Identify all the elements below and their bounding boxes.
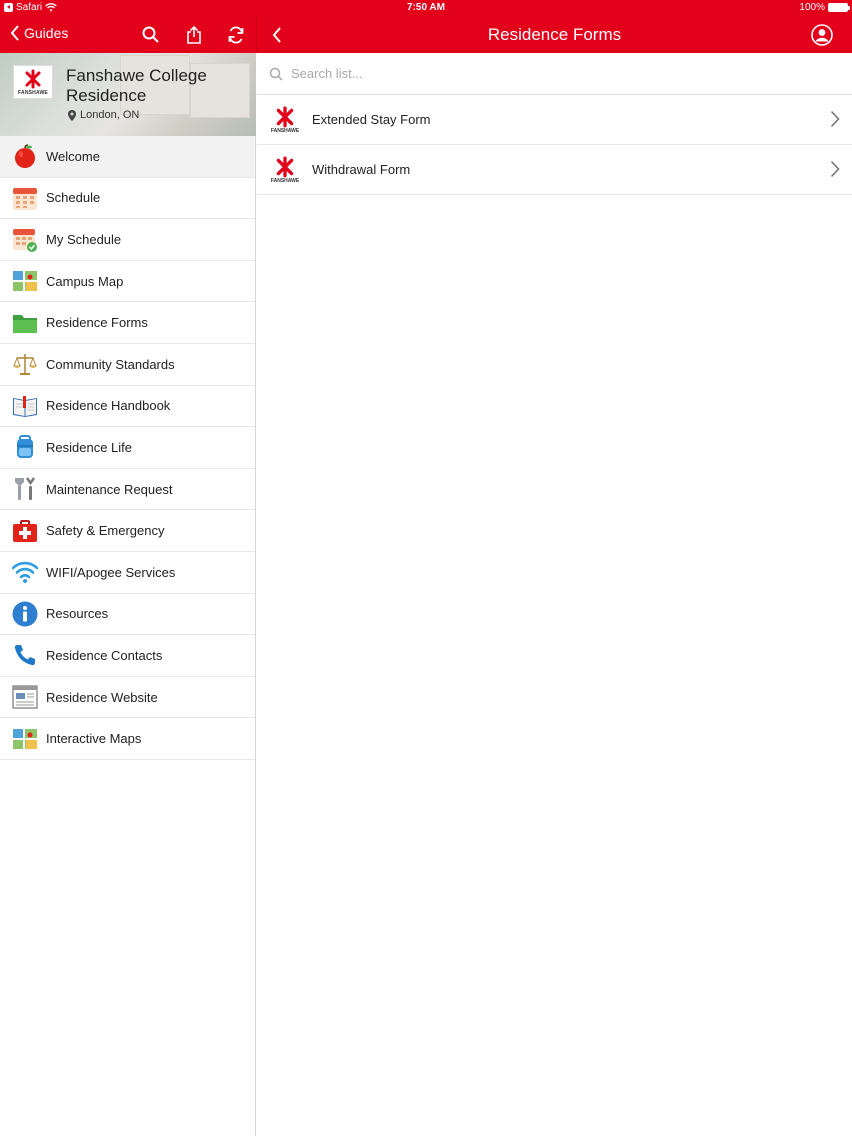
list-item-label: Withdrawal Form	[312, 162, 411, 177]
sidebar: FANSHAWE Fanshawe College Residence Lond…	[0, 53, 256, 1136]
map-icon	[12, 268, 38, 294]
battery-icon	[828, 3, 850, 12]
sidebar-item-label: Schedule	[46, 190, 101, 206]
sidebar-item-resources[interactable]: Resources	[0, 594, 255, 636]
map-icon	[12, 726, 38, 752]
first-aid-icon	[12, 518, 38, 544]
sidebar-item-residence-website[interactable]: Residence Website	[0, 677, 255, 719]
browser-icon	[12, 684, 38, 710]
sidebar-item-schedule[interactable]: Schedule	[0, 178, 255, 220]
sidebar-item-label: Residence Life	[46, 439, 132, 455]
sidebar-item-label: My Schedule	[46, 231, 122, 247]
sidebar-item-my-schedule[interactable]: My Schedule	[0, 219, 255, 261]
main-content: FANSHAWE Extended Stay Form FANSHAWE Wit…	[257, 53, 852, 1136]
sidebar-item-residence-handbook[interactable]: Residence Handbook	[0, 386, 255, 428]
sidebar-item-label: Residence Handbook	[46, 398, 171, 414]
search-bar	[257, 53, 852, 95]
status-bar: Safari 7:50 AM 100%	[0, 0, 852, 16]
user-profile-icon[interactable]	[811, 24, 833, 46]
sidebar-item-label: Residence Website	[46, 689, 158, 705]
chevron-right-icon	[830, 110, 840, 128]
sidebar-item-label: Community Standards	[46, 356, 175, 372]
phone-icon	[12, 642, 38, 668]
backpack-icon	[12, 434, 38, 460]
logo-text: FANSHAWE	[270, 177, 300, 184]
sidebar-item-label: Resources	[46, 606, 109, 622]
sidebar-item-safety-emergency[interactable]: Safety & Emergency	[0, 510, 255, 552]
sidebar-item-residence-forms[interactable]: Residence Forms	[0, 302, 255, 344]
search-input[interactable]	[291, 66, 691, 81]
sidebar-item-label: Campus Map	[46, 273, 124, 289]
logo-text: FANSHAWE	[270, 127, 300, 134]
sidebar-item-community-standards[interactable]: Community Standards	[0, 344, 255, 386]
guide-header: FANSHAWE Fanshawe College Residence Lond…	[0, 53, 256, 136]
sidebar-item-label: Residence Forms	[46, 315, 148, 331]
fanshawe-logo: FANSHAWE	[268, 153, 302, 187]
sidebar-item-label: Maintenance Request	[46, 481, 173, 497]
scales-icon	[12, 351, 38, 377]
sidebar-item-interactive-maps[interactable]: Interactive Maps	[0, 718, 255, 760]
guides-back-button[interactable]: Guides	[10, 25, 68, 41]
sidebar-item-label: Welcome	[46, 148, 100, 164]
fanshawe-logo: FANSHAWE	[268, 103, 302, 137]
book-icon	[12, 393, 38, 419]
guide-location-label: London, ON	[80, 109, 140, 121]
fanshawe-logo-icon	[25, 69, 41, 88]
guide-title: Fanshawe College Residence	[66, 66, 207, 105]
sidebar-menu: Welcome Schedule My Schedule Campus Map …	[0, 136, 255, 760]
wifi-icon	[12, 559, 38, 585]
tools-icon	[12, 476, 38, 502]
sidebar-item-label: Safety & Emergency	[46, 523, 165, 539]
status-right: 100%	[799, 2, 850, 13]
sidebar-item-campus-map[interactable]: Campus Map	[0, 261, 255, 303]
sidebar-item-label: WIFI/Apogee Services	[46, 564, 176, 580]
info-icon	[12, 601, 38, 627]
sidebar-item-residence-contacts[interactable]: Residence Contacts	[0, 635, 255, 677]
guides-back-label: Guides	[24, 25, 69, 41]
apple-icon	[12, 143, 38, 169]
guide-location: London, ON	[68, 109, 139, 121]
nav-bar: Guides Residence Forms	[0, 16, 852, 53]
list-item-withdrawal-form[interactable]: FANSHAWE Withdrawal Form	[257, 145, 852, 195]
location-pin-icon	[68, 109, 76, 121]
chevron-left-icon	[10, 25, 19, 41]
refresh-icon[interactable]	[226, 25, 246, 45]
calendar-icon	[12, 185, 38, 211]
sidebar-item-welcome[interactable]: Welcome	[0, 136, 255, 178]
sidebar-item-label: Interactive Maps	[46, 731, 142, 747]
calendar-check-icon	[12, 226, 38, 253]
fanshawe-logo-icon	[276, 156, 294, 177]
sidebar-item-maintenance-request[interactable]: Maintenance Request	[0, 469, 255, 511]
sidebar-item-label: Residence Contacts	[46, 647, 163, 663]
sidebar-item-wifi-apogee[interactable]: WIFI/Apogee Services	[0, 552, 255, 594]
fanshawe-logo: FANSHAWE	[13, 65, 53, 99]
list-item-label: Extended Stay Form	[312, 112, 431, 127]
battery-percent: 100%	[799, 2, 825, 13]
folder-icon	[12, 310, 38, 336]
share-icon[interactable]	[184, 25, 204, 45]
sidebar-item-residence-life[interactable]: Residence Life	[0, 427, 255, 469]
logo-text: FANSHAWE	[18, 89, 48, 96]
chevron-right-icon	[830, 160, 840, 178]
list-item-extended-stay-form[interactable]: FANSHAWE Extended Stay Form	[257, 95, 852, 145]
search-icon[interactable]	[141, 25, 161, 45]
fanshawe-logo-icon	[276, 106, 294, 127]
page-title: Residence Forms	[487, 25, 622, 44]
status-time: 7:50 AM	[407, 2, 445, 13]
search-icon	[269, 67, 283, 81]
